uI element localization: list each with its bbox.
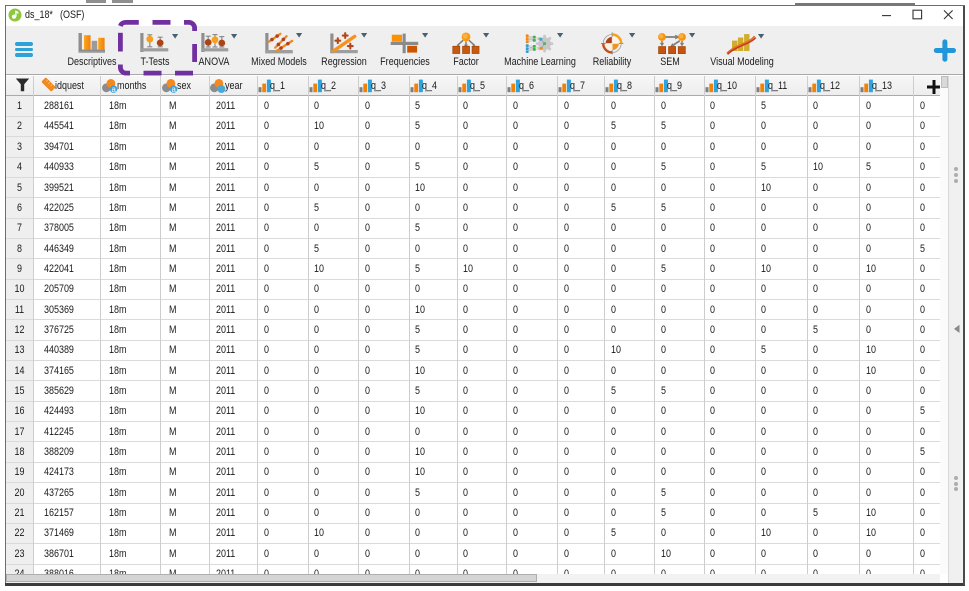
- svg-text:a: a: [111, 84, 116, 93]
- svg-text:a: a: [171, 84, 176, 93]
